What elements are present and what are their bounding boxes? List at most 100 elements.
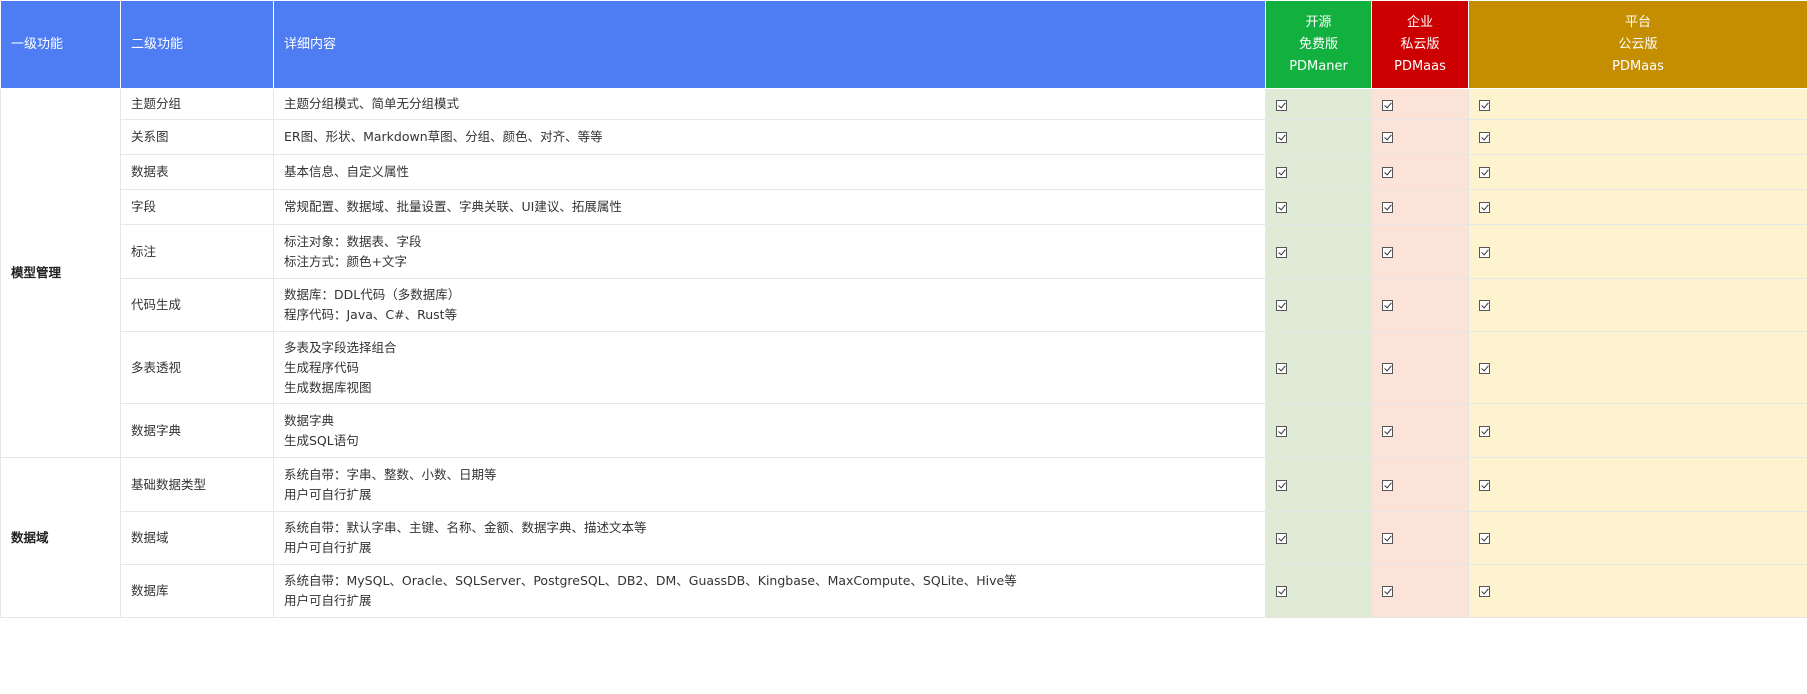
check-cell-cloud (1468, 88, 1807, 120)
detail-line: 系统自带：MySQL、Oracle、SQLServer、PostgreSQL、D… (284, 573, 1017, 588)
header-plan-free: 开源 免费版 PDManer (1265, 0, 1372, 89)
detail-line: 用户可自行扩展 (284, 593, 372, 608)
level2-cell: 字段 (120, 189, 274, 225)
checkbox-checked-icon (1479, 479, 1490, 491)
checkbox-checked-icon (1382, 246, 1393, 258)
table-row: 数据域 系统自带：默认字串、主键、名称、金额、数据字典、描述文本等 用户可自行扩展 (1, 511, 1807, 565)
checkbox-checked-icon (1479, 362, 1490, 374)
level2-cell: 数据域 (120, 511, 274, 565)
check-cell-cloud (1468, 154, 1807, 190)
check-cell-cloud (1468, 457, 1807, 512)
check-cell-free (1265, 403, 1372, 458)
table-row: 字段 常规配置、数据域、批量设置、字典关联、UI建议、拓展属性 (1, 189, 1807, 225)
table-row: 模型管理 主题分组 主题分组模式、简单无分组模式 (0, 88, 1807, 458)
checkbox-checked-icon (1479, 533, 1490, 544)
level2-cell: 基础数据类型 (120, 457, 274, 512)
checkbox-checked-icon (1382, 202, 1393, 213)
detail-cell: 基本信息、自定义属性 (273, 154, 1266, 190)
table-row: 数据字典 数据字典 生成SQL语句 (1, 403, 1807, 458)
checkbox-checked-icon (1382, 479, 1393, 491)
detail-line: 程序代码：Java、C#、Rust等 (284, 307, 458, 322)
plan-free-line-2: 免费版 (1298, 36, 1338, 52)
detail-line: 基本信息、自定义属性 (284, 164, 410, 179)
plan-free-line-1: 开源 (1305, 14, 1332, 30)
table-row: 多表透视 多表及字段选择组合 生成程序代码 生成数据库视图 (1, 331, 1807, 404)
check-cell-enterprise (1371, 119, 1469, 155)
level2-cell: 数据字典 (120, 403, 274, 458)
check-cell-enterprise (1371, 564, 1469, 618)
checkbox-checked-icon (1382, 132, 1393, 143)
table-body: 模型管理 主题分组 主题分组模式、简单无分组模式 关系图 ER图、形状、Markdown… (0, 88, 1807, 618)
detail-cell: ER图、形状、Markdown草图、分组、颜色、对齐、等等 (273, 119, 1266, 155)
checkbox-checked-icon (1276, 246, 1287, 258)
detail-line: 系统自带：默认字串、主键、名称、金额、数据字典、描述文本等 (284, 520, 647, 535)
detail-line: 生成程序代码 (284, 359, 360, 375)
check-cell-enterprise (1371, 189, 1469, 225)
check-cell-free (1265, 224, 1372, 279)
check-cell-free (1265, 511, 1372, 565)
checkbox-checked-icon (1479, 246, 1490, 258)
detail-line: 常规配置、数据域、批量设置、字典关联、UI建议、拓展属性 (284, 199, 622, 214)
check-cell-free (1265, 278, 1372, 332)
header-plan-enterprise: 企业 私云版 PDMaas (1371, 0, 1469, 89)
check-cell-enterprise (1371, 88, 1469, 120)
detail-cell: 系统自带：默认字串、主键、名称、金额、数据字典、描述文本等 用户可自行扩展 (273, 511, 1266, 565)
check-cell-free (1265, 189, 1372, 225)
level2-cell: 标注 (120, 224, 274, 279)
level2-cell: 关系图 (120, 119, 274, 155)
checkbox-checked-icon (1276, 167, 1287, 178)
check-cell-free (1265, 331, 1372, 404)
level1-cell: 模型管理 (0, 88, 121, 458)
level2-cell: 多表透视 (120, 331, 274, 404)
checkbox-checked-icon (1276, 202, 1287, 213)
check-cell-cloud (1468, 224, 1807, 279)
detail-cell: 标注对象：数据表、字段 标注方式：颜色+文字 (273, 224, 1266, 279)
detail-line: 主题分组模式、简单无分组模式 (284, 96, 460, 111)
checkbox-checked-icon (1479, 100, 1490, 111)
checkbox-checked-icon (1479, 202, 1490, 213)
header-plan-cloud: 平台 公云版 PDMaas (1468, 0, 1807, 89)
header-level2: 二级功能 (120, 0, 274, 89)
check-cell-enterprise (1371, 278, 1469, 332)
checkbox-checked-icon (1276, 479, 1287, 491)
checkbox-checked-icon (1479, 586, 1490, 597)
checkbox-checked-icon (1276, 362, 1287, 374)
detail-cell: 主题分组模式、简单无分组模式 (273, 88, 1266, 120)
check-cell-enterprise (1371, 511, 1469, 565)
detail-cell: 数据库：DDL代码（多数据库） 程序代码：Java、C#、Rust等 (273, 278, 1266, 332)
detail-cell: 多表及字段选择组合 生成程序代码 生成数据库视图 (273, 331, 1266, 404)
checkbox-checked-icon (1382, 425, 1393, 437)
check-cell-cloud (1468, 278, 1807, 332)
check-cell-free (1265, 564, 1372, 618)
check-cell-free (1265, 457, 1372, 512)
check-cell-enterprise (1371, 403, 1469, 458)
table-row: 关系图 ER图、形状、Markdown草图、分组、颜色、对齐、等等 (1, 119, 1807, 155)
detail-line: 多表及字段选择组合 (284, 339, 397, 355)
table-row: 数据库 系统自带：MySQL、Oracle、SQLServer、PostgreSQ… (1, 564, 1807, 618)
level2-cell: 代码生成 (120, 278, 274, 332)
check-cell-cloud (1468, 119, 1807, 155)
plan-ent-line-2: 私云版 (1400, 36, 1440, 52)
detail-cell: 常规配置、数据域、批量设置、字典关联、UI建议、拓展属性 (273, 189, 1266, 225)
check-cell-enterprise (1371, 154, 1469, 190)
detail-cell: 系统自带：MySQL、Oracle、SQLServer、PostgreSQL、D… (273, 564, 1266, 618)
checkbox-checked-icon (1479, 300, 1490, 311)
checkbox-checked-icon (1382, 533, 1393, 544)
checkbox-checked-icon (1276, 100, 1287, 111)
feature-comparison-table: 一级功能 二级功能 详细内容 开源 免费版 PDManer 企业 私云版 PDM… (0, 0, 1807, 618)
checkbox-checked-icon (1382, 167, 1393, 178)
header-level1: 一级功能 (0, 0, 121, 89)
detail-line: 系统自带：字串、整数、小数、日期等 (284, 466, 497, 482)
checkbox-checked-icon (1276, 300, 1287, 311)
check-cell-free (1265, 154, 1372, 190)
check-cell-enterprise (1371, 331, 1469, 404)
table-row: 数据表 基本信息、自定义属性 (1, 154, 1807, 190)
detail-line: 标注方式：颜色+文字 (284, 253, 407, 269)
check-cell-cloud (1468, 331, 1807, 404)
check-cell-free (1265, 88, 1372, 120)
checkbox-checked-icon (1382, 586, 1393, 597)
level2-cell: 数据表 (120, 154, 274, 190)
detail-line: 用户可自行扩展 (284, 540, 372, 555)
table-row: 代码生成 数据库：DDL代码（多数据库） 程序代码：Java、C#、Rust等 (1, 278, 1807, 332)
table-row: 标注 标注对象：数据表、字段 标注方式：颜色+文字 (1, 224, 1807, 279)
